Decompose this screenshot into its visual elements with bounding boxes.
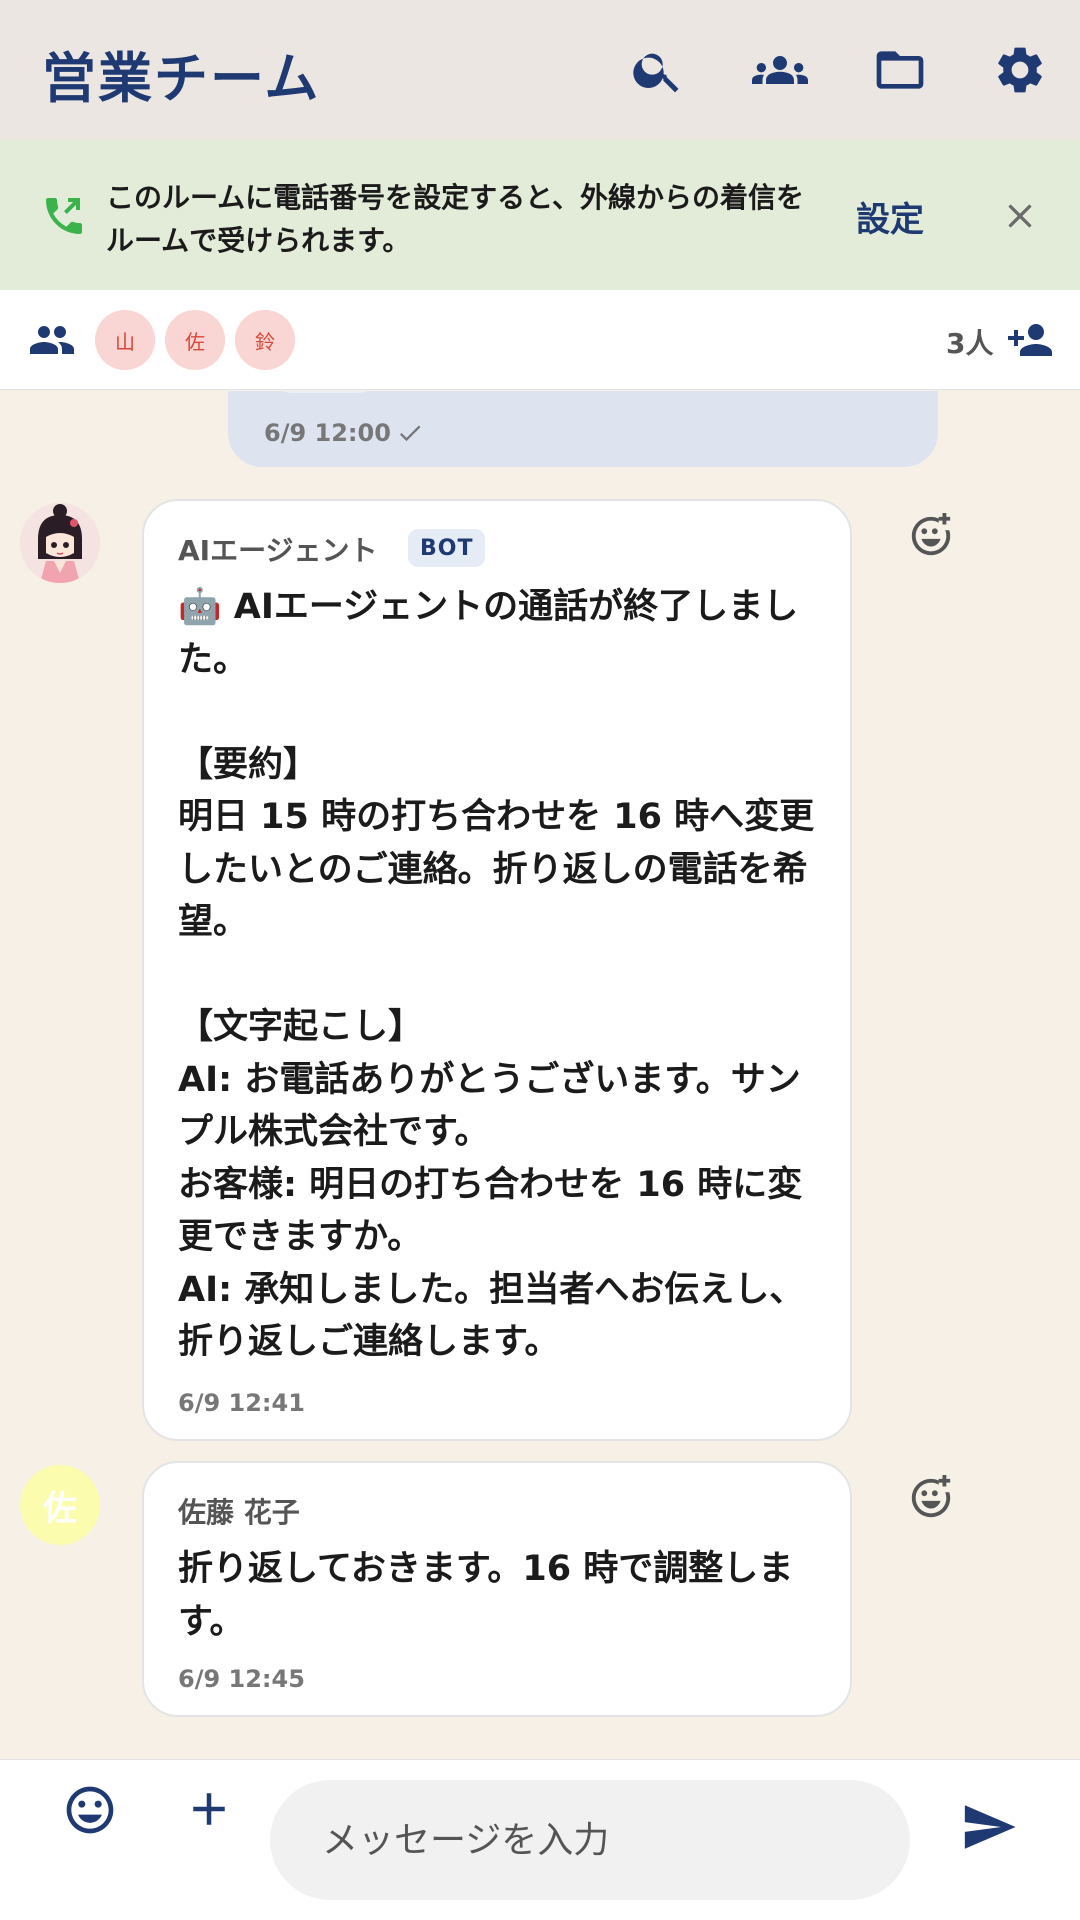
add-reaction-icon[interactable]: [908, 1475, 958, 1525]
add-member-icon[interactable]: [1004, 320, 1052, 360]
bot-badge: BOT: [408, 529, 486, 567]
message-time: 6/9 12:45: [178, 1665, 305, 1693]
app-header: 営業チーム: [0, 0, 1080, 140]
group-icon[interactable]: [748, 38, 812, 102]
message-body: 🤖 AIエージェントの通話が終了しました。 【要約】 明日 15 時の打ち合わせ…: [178, 587, 815, 1362]
bot-message-bubble[interactable]: AIエージェント BOT 🤖 AIエージェントの通話が終了しました。 【要約】 …: [142, 499, 852, 1441]
gear-icon[interactable]: [988, 38, 1052, 102]
people-icon[interactable]: [28, 320, 76, 360]
send-icon[interactable]: [960, 1798, 1018, 1856]
message-sender: 佐藤 花子: [178, 1496, 300, 1529]
chat-timeline[interactable]: 6/9 12:00 AIエージェント BOT 🤖 AIエージェントの通話が終了し…: [0, 391, 1080, 1759]
message-time: 6/9 12:41: [178, 1389, 305, 1417]
banner-setup-button[interactable]: 設定: [856, 192, 924, 241]
folder-icon[interactable]: [868, 38, 932, 102]
user-avatar[interactable]: 佐: [20, 1465, 100, 1545]
member-avatar[interactable]: 佐: [165, 310, 225, 370]
member-count: 3人: [946, 327, 994, 360]
bot-avatar[interactable]: [20, 503, 100, 583]
member-avatar[interactable]: 山: [95, 310, 155, 370]
user-message-bubble[interactable]: 佐藤 花子 折り返しておきます。16 時で調整します。 6/9 12:45: [142, 1461, 852, 1717]
banner-message: このルームに電話番号を設定すると、外線からの着信をルームで受けられます。: [106, 181, 805, 257]
emoji-icon[interactable]: [62, 1782, 118, 1838]
plus-icon[interactable]: [182, 1782, 238, 1838]
search-icon[interactable]: [626, 38, 690, 102]
add-reaction-icon[interactable]: [908, 513, 958, 563]
message-composer: [0, 1759, 1080, 1920]
close-icon[interactable]: [1000, 196, 1040, 236]
message-body: 折り返しておきます。16 時で調整します。: [178, 1549, 794, 1642]
member-avatar[interactable]: 鈴: [235, 310, 295, 370]
read-check-icon: [396, 419, 426, 449]
message-input[interactable]: [270, 1780, 910, 1900]
phone-forward-icon: [40, 192, 88, 240]
message-sender: AIエージェント: [178, 534, 378, 567]
message-time: 6/9 12:00: [264, 419, 391, 447]
members-bar: 山 佐 鈴: [0, 290, 1080, 390]
room-title: 営業チーム: [42, 47, 321, 110]
